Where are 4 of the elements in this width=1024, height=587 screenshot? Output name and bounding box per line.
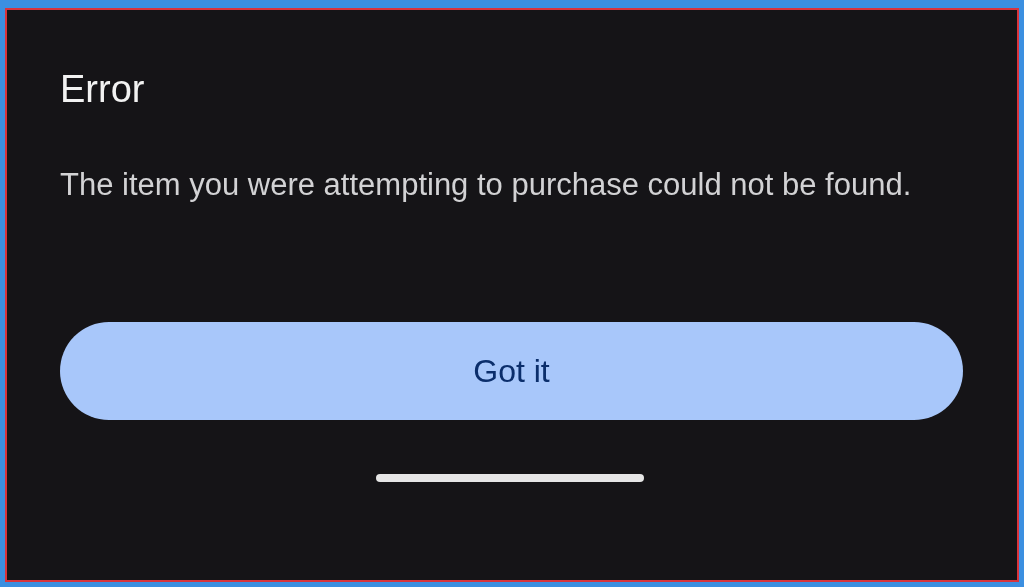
dialog-title: Error (60, 67, 146, 111)
home-indicator[interactable] (375, 474, 644, 482)
error-message: The item you were attempting to purchase could not be found. (60, 166, 913, 204)
got-it-button[interactable]: Got it (60, 322, 963, 420)
